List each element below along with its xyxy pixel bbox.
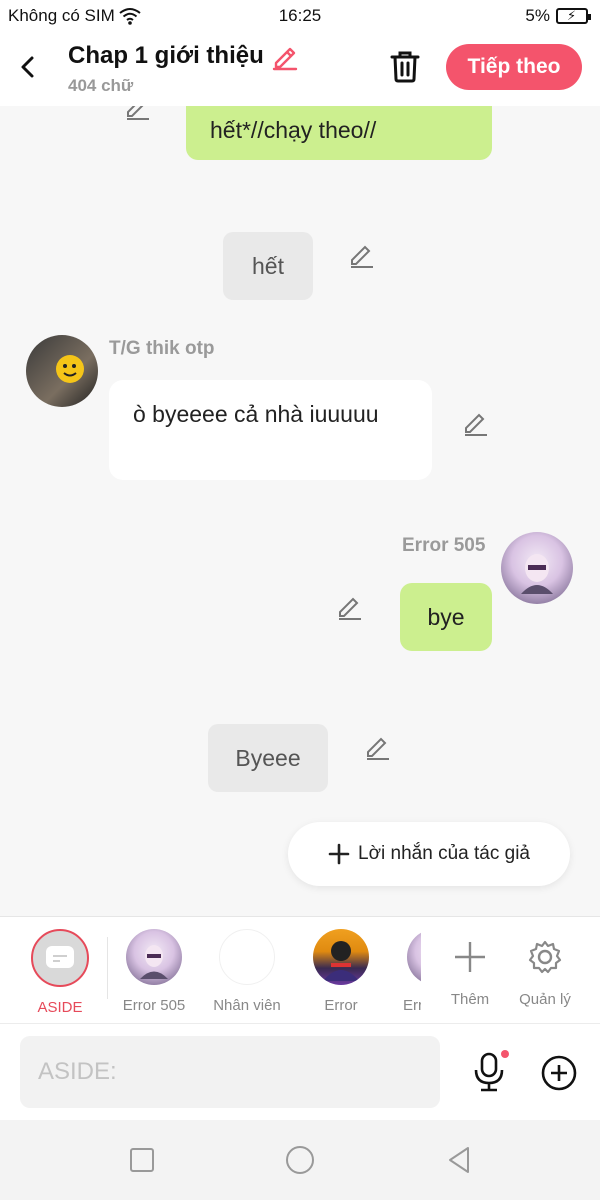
microphone-icon[interactable] — [470, 1050, 510, 1094]
character-err-partial[interactable]: Err — [381, 929, 421, 1014]
character-label: Error 505 — [122, 997, 186, 1014]
character-error-505[interactable]: Error 505 — [109, 929, 199, 1014]
edit-message-icon[interactable] — [348, 240, 376, 268]
character-name: T/G thik otp — [109, 338, 215, 359]
chapter-title-text: Chap 1 giới thiệu — [68, 42, 264, 69]
avatar-tg[interactable] — [26, 335, 98, 407]
edit-message-icon[interactable] — [364, 732, 392, 760]
message-bubble[interactable]: hết*//chạy theo// — [186, 106, 492, 160]
chat-area[interactable]: hết*//chạy theo// hết T/G thik otp ò bye… — [0, 106, 600, 916]
character-label: Nhân viên — [213, 997, 281, 1014]
avatar-error-505[interactable] — [501, 532, 573, 604]
character-aside[interactable]: ASIDE — [15, 929, 105, 1016]
message-bubble[interactable]: ò byeeee cả nhà iuuuuu — [109, 380, 432, 480]
aside-bubble[interactable]: Byeee — [208, 724, 328, 792]
edit-message-icon[interactable] — [462, 408, 490, 436]
header: Chap 1 giới thiệu 404 chữ Tiếp theo — [0, 32, 600, 106]
status-bar: Không có SIM 16:25 5% ⚡ — [0, 0, 600, 32]
back-arrow-icon[interactable] — [14, 50, 42, 84]
gear-icon — [528, 940, 562, 974]
battery-percent: 5% — [525, 6, 550, 25]
character-label: Thêm — [450, 991, 490, 1008]
add-circle-icon[interactable] — [540, 1054, 578, 1092]
character-label: Quản lý — [519, 991, 571, 1008]
character-bar: ASIDE Error 505 Nhân viên Error Err Thêm… — [0, 916, 600, 1024]
notification-dot — [501, 1050, 509, 1058]
character-figure-icon — [140, 945, 168, 979]
system-nav-bar — [0, 1120, 600, 1200]
clock: 16:25 — [278, 6, 322, 25]
author-note-label: Lời nhắn của tác giả — [358, 843, 530, 864]
message-text: bye — [427, 604, 465, 630]
word-count: 404 chữ — [68, 76, 134, 95]
character-label: Error — [324, 997, 358, 1014]
message-text: ò byeeee cả nhà iuuuuu — [133, 401, 379, 427]
character-label: ASIDE — [37, 999, 83, 1016]
character-figure-icon — [521, 554, 553, 594]
smiley-icon — [56, 355, 84, 383]
message-text: Byeee — [235, 745, 301, 771]
character-label: Err — [403, 997, 421, 1014]
character-error[interactable]: Error — [296, 929, 386, 1014]
edit-title-icon[interactable] — [270, 41, 300, 71]
character-figure-icon — [323, 941, 359, 981]
message-input[interactable] — [20, 1036, 440, 1108]
input-row — [0, 1024, 600, 1120]
message-text: hết*//chạy theo// — [210, 117, 377, 143]
character-name: Error 505 — [402, 535, 486, 556]
plus-icon — [328, 843, 350, 865]
plus-icon — [455, 942, 485, 972]
chapter-title[interactable]: Chap 1 giới thiệu — [68, 41, 300, 71]
divider — [107, 937, 108, 999]
manage-characters-button[interactable]: Quản lý — [500, 929, 590, 1008]
aside-chat-icon — [46, 946, 74, 968]
battery-icon: ⚡ — [556, 8, 591, 24]
back-icon[interactable] — [444, 1144, 476, 1176]
edit-message-icon[interactable] — [336, 592, 364, 620]
aside-bubble[interactable]: hết — [223, 232, 313, 300]
recent-apps-icon[interactable] — [126, 1144, 158, 1176]
home-icon[interactable] — [284, 1144, 316, 1176]
edit-message-icon[interactable] — [124, 106, 152, 120]
next-button[interactable]: Tiếp theo — [446, 44, 582, 90]
trash-icon[interactable] — [388, 48, 422, 84]
message-text: hết — [252, 253, 284, 279]
character-nhan-vien[interactable]: Nhân viên — [202, 929, 292, 1014]
message-bubble[interactable]: bye — [400, 583, 492, 651]
author-note-button[interactable]: Lời nhắn của tác giả — [288, 822, 570, 886]
